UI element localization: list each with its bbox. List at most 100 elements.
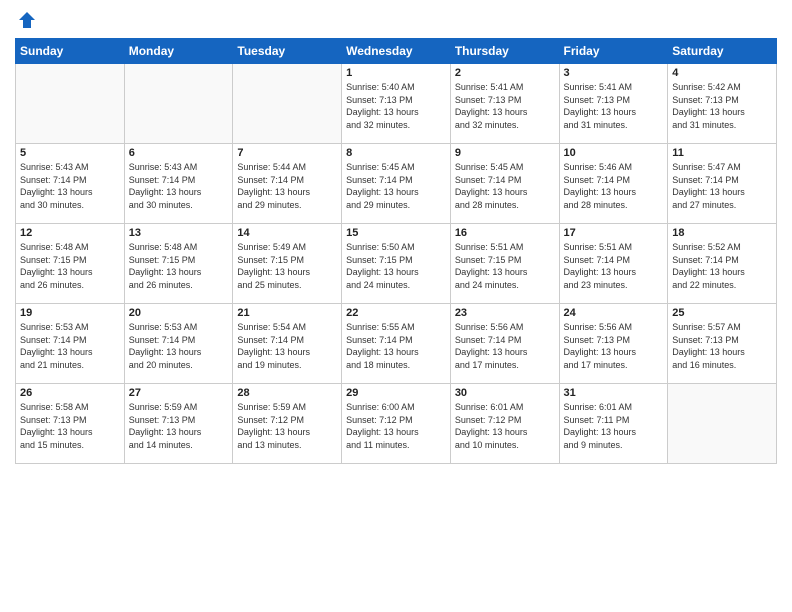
day-number: 25: [672, 307, 772, 319]
day-number: 23: [455, 307, 555, 319]
day-info: Sunrise: 5:47 AM Sunset: 7:14 PM Dayligh…: [672, 161, 772, 211]
day-info: Sunrise: 5:40 AM Sunset: 7:13 PM Dayligh…: [346, 81, 446, 131]
page: SundayMondayTuesdayWednesdayThursdayFrid…: [0, 0, 792, 612]
day-cell: 27 Sunrise: 5:59 AM Sunset: 7:13 PM Dayli…: [124, 384, 233, 464]
day-info: Sunrise: 5:51 AM Sunset: 7:15 PM Dayligh…: [455, 241, 555, 291]
day-info: Sunrise: 5:45 AM Sunset: 7:14 PM Dayligh…: [346, 161, 446, 211]
day-cell: [668, 384, 777, 464]
day-number: 20: [129, 307, 229, 319]
day-info: Sunrise: 5:46 AM Sunset: 7:14 PM Dayligh…: [564, 161, 664, 211]
day-cell: 15 Sunrise: 5:50 AM Sunset: 7:15 PM Dayli…: [342, 224, 451, 304]
weekday-sunday: Sunday: [16, 39, 125, 64]
day-number: 1: [346, 67, 446, 79]
day-info: Sunrise: 5:45 AM Sunset: 7:14 PM Dayligh…: [455, 161, 555, 211]
day-info: Sunrise: 5:41 AM Sunset: 7:13 PM Dayligh…: [455, 81, 555, 131]
weekday-monday: Monday: [124, 39, 233, 64]
day-number: 5: [20, 147, 120, 159]
day-number: 14: [237, 227, 337, 239]
day-cell: 10 Sunrise: 5:46 AM Sunset: 7:14 PM Dayli…: [559, 144, 668, 224]
day-info: Sunrise: 5:50 AM Sunset: 7:15 PM Dayligh…: [346, 241, 446, 291]
day-cell: 5 Sunrise: 5:43 AM Sunset: 7:14 PM Daylig…: [16, 144, 125, 224]
day-number: 9: [455, 147, 555, 159]
day-cell: 11 Sunrise: 5:47 AM Sunset: 7:14 PM Dayli…: [668, 144, 777, 224]
day-number: 8: [346, 147, 446, 159]
day-number: 17: [564, 227, 664, 239]
weekday-header-row: SundayMondayTuesdayWednesdayThursdayFrid…: [16, 39, 777, 64]
day-info: Sunrise: 5:41 AM Sunset: 7:13 PM Dayligh…: [564, 81, 664, 131]
day-info: Sunrise: 5:53 AM Sunset: 7:14 PM Dayligh…: [129, 321, 229, 371]
day-info: Sunrise: 5:43 AM Sunset: 7:14 PM Dayligh…: [20, 161, 120, 211]
day-number: 22: [346, 307, 446, 319]
day-cell: 17 Sunrise: 5:51 AM Sunset: 7:14 PM Dayli…: [559, 224, 668, 304]
day-number: 19: [20, 307, 120, 319]
day-number: 28: [237, 387, 337, 399]
day-number: 6: [129, 147, 229, 159]
day-cell: 2 Sunrise: 5:41 AM Sunset: 7:13 PM Daylig…: [450, 64, 559, 144]
day-cell: 21 Sunrise: 5:54 AM Sunset: 7:14 PM Dayli…: [233, 304, 342, 384]
day-cell: 6 Sunrise: 5:43 AM Sunset: 7:14 PM Daylig…: [124, 144, 233, 224]
day-cell: 26Sunrise: 5:58 AM Sunset: 7:13 PM Dayli…: [16, 384, 125, 464]
day-cell: 22 Sunrise: 5:55 AM Sunset: 7:14 PM Dayli…: [342, 304, 451, 384]
day-cell: 29 Sunrise: 6:00 AM Sunset: 7:12 PM Dayli…: [342, 384, 451, 464]
day-number: 11: [672, 147, 772, 159]
day-number: 21: [237, 307, 337, 319]
weekday-tuesday: Tuesday: [233, 39, 342, 64]
day-info: Sunrise: 5:49 AM Sunset: 7:15 PM Dayligh…: [237, 241, 337, 291]
day-cell: [124, 64, 233, 144]
logo: [15, 10, 41, 30]
weekday-friday: Friday: [559, 39, 668, 64]
day-cell: 24Sunrise: 5:56 AM Sunset: 7:13 PM Dayli…: [559, 304, 668, 384]
day-info: Sunrise: 5:48 AM Sunset: 7:15 PM Dayligh…: [20, 241, 120, 291]
day-cell: [16, 64, 125, 144]
day-info: Sunrise: 5:43 AM Sunset: 7:14 PM Dayligh…: [129, 161, 229, 211]
day-info: Sunrise: 5:52 AM Sunset: 7:14 PM Dayligh…: [672, 241, 772, 291]
day-info: Sunrise: 5:57 AM Sunset: 7:13 PM Dayligh…: [672, 321, 772, 371]
day-info: Sunrise: 5:54 AM Sunset: 7:14 PM Dayligh…: [237, 321, 337, 371]
day-info: Sunrise: 5:59 AM Sunset: 7:13 PM Dayligh…: [129, 401, 229, 451]
day-cell: 12 Sunrise: 5:48 AM Sunset: 7:15 PM Dayli…: [16, 224, 125, 304]
day-number: 4: [672, 67, 772, 79]
day-info: Sunrise: 5:48 AM Sunset: 7:15 PM Dayligh…: [129, 241, 229, 291]
day-number: 13: [129, 227, 229, 239]
day-number: 15: [346, 227, 446, 239]
day-number: 10: [564, 147, 664, 159]
day-number: 16: [455, 227, 555, 239]
day-info: Sunrise: 5:55 AM Sunset: 7:14 PM Dayligh…: [346, 321, 446, 371]
day-number: 18: [672, 227, 772, 239]
week-row-2: 5 Sunrise: 5:43 AM Sunset: 7:14 PM Daylig…: [16, 144, 777, 224]
day-number: 3: [564, 67, 664, 79]
day-cell: 18 Sunrise: 5:52 AM Sunset: 7:14 PM Dayli…: [668, 224, 777, 304]
calendar-table: SundayMondayTuesdayWednesdayThursdayFrid…: [15, 38, 777, 464]
day-info: Sunrise: 5:51 AM Sunset: 7:14 PM Dayligh…: [564, 241, 664, 291]
day-cell: 9 Sunrise: 5:45 AM Sunset: 7:14 PM Daylig…: [450, 144, 559, 224]
day-info: Sunrise: 6:01 AM Sunset: 7:12 PM Dayligh…: [455, 401, 555, 451]
weekday-thursday: Thursday: [450, 39, 559, 64]
day-info: Sunrise: 5:59 AM Sunset: 7:12 PM Dayligh…: [237, 401, 337, 451]
day-number: 27: [129, 387, 229, 399]
day-cell: 14 Sunrise: 5:49 AM Sunset: 7:15 PM Dayli…: [233, 224, 342, 304]
day-cell: [233, 64, 342, 144]
day-cell: 19 Sunrise: 5:53 AM Sunset: 7:14 PM Dayli…: [16, 304, 125, 384]
header: [15, 10, 777, 30]
day-number: 26: [20, 387, 120, 399]
day-info: Sunrise: 5:42 AM Sunset: 7:13 PM Dayligh…: [672, 81, 772, 131]
day-cell: 20 Sunrise: 5:53 AM Sunset: 7:14 PM Dayli…: [124, 304, 233, 384]
day-cell: 13 Sunrise: 5:48 AM Sunset: 7:15 PM Dayli…: [124, 224, 233, 304]
day-cell: 23 Sunrise: 5:56 AM Sunset: 7:14 PM Dayli…: [450, 304, 559, 384]
day-info: Sunrise: 5:53 AM Sunset: 7:14 PM Dayligh…: [20, 321, 120, 371]
day-number: 12: [20, 227, 120, 239]
day-cell: 25 Sunrise: 5:57 AM Sunset: 7:13 PM Dayli…: [668, 304, 777, 384]
day-number: 30: [455, 387, 555, 399]
week-row-1: 1 Sunrise: 5:40 AM Sunset: 7:13 PM Daylig…: [16, 64, 777, 144]
logo-icon: [17, 10, 37, 30]
week-row-4: 19 Sunrise: 5:53 AM Sunset: 7:14 PM Dayli…: [16, 304, 777, 384]
day-info: Sunrise: 5:56 AM Sunset: 7:14 PM Dayligh…: [455, 321, 555, 371]
day-cell: 31Sunrise: 6:01 AM Sunset: 7:11 PM Dayli…: [559, 384, 668, 464]
day-number: 31: [564, 387, 664, 399]
day-info: Sunrise: 6:00 AM Sunset: 7:12 PM Dayligh…: [346, 401, 446, 451]
day-number: 29: [346, 387, 446, 399]
day-cell: 30 Sunrise: 6:01 AM Sunset: 7:12 PM Dayli…: [450, 384, 559, 464]
week-row-3: 12 Sunrise: 5:48 AM Sunset: 7:15 PM Dayli…: [16, 224, 777, 304]
day-number: 2: [455, 67, 555, 79]
day-number: 24: [564, 307, 664, 319]
